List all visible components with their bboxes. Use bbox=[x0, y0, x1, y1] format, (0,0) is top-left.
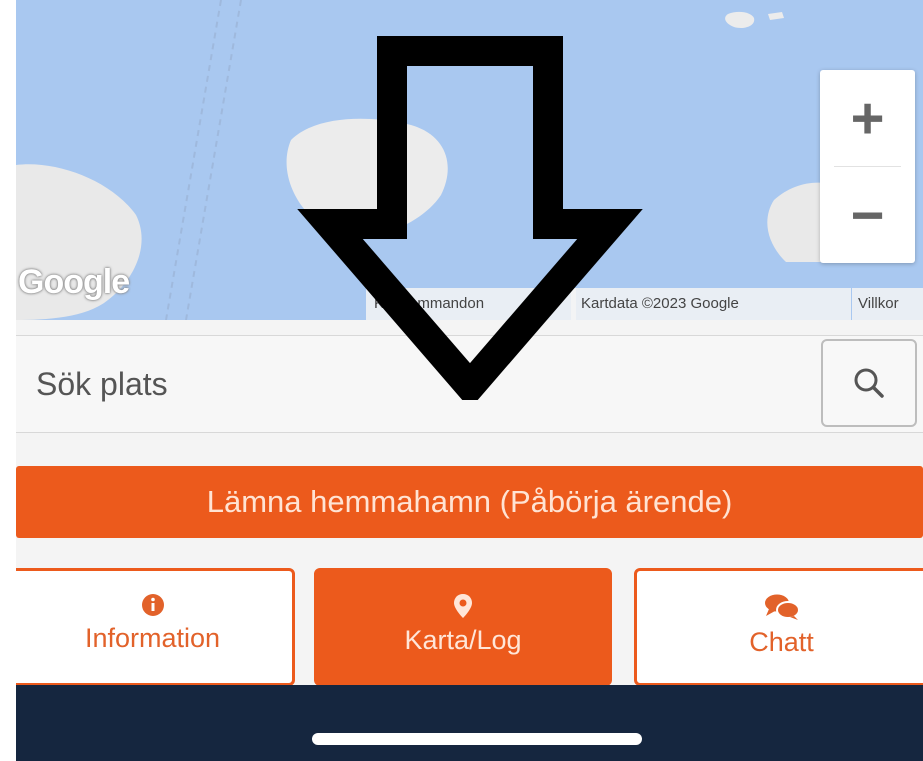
tab-label: Chatt bbox=[749, 627, 814, 657]
map-land bbox=[768, 12, 784, 20]
map-land bbox=[725, 11, 755, 28]
keyboard-shortcuts-link[interactable]: Kortkommandon bbox=[366, 288, 576, 320]
chat-bubbles-icon bbox=[764, 594, 800, 620]
tab-label: Karta/Log bbox=[404, 625, 522, 655]
map-view[interactable]: + − Google Kortkommandon Kartdata ©2023 … bbox=[16, 0, 923, 320]
search-bar bbox=[16, 335, 923, 433]
zoom-in-button[interactable]: + bbox=[820, 70, 915, 166]
map-terrain bbox=[16, 0, 846, 320]
app-screen: + − Google Kortkommandon Kartdata ©2023 … bbox=[16, 0, 923, 761]
google-logo: Google bbox=[18, 263, 130, 301]
map-land bbox=[286, 118, 448, 237]
bottom-bar bbox=[16, 685, 923, 761]
map-data-attribution: Kartdata ©2023 Google bbox=[571, 288, 851, 320]
tab-map-log[interactable]: Karta/Log bbox=[314, 568, 612, 686]
map-pin-icon bbox=[454, 594, 472, 618]
home-indicator[interactable] bbox=[312, 733, 642, 745]
search-icon bbox=[854, 368, 884, 398]
search-button[interactable] bbox=[821, 339, 917, 427]
terms-link[interactable]: Villkor bbox=[852, 288, 923, 320]
leave-home-harbor-button[interactable]: Lämna hemmahamn (Påbörja ärende) bbox=[16, 466, 923, 538]
tab-label: Information bbox=[84, 623, 221, 653]
zoom-out-button[interactable]: − bbox=[820, 167, 915, 263]
zoom-controls: + − bbox=[820, 70, 915, 263]
tab-information[interactable]: Information bbox=[16, 568, 295, 686]
search-input[interactable] bbox=[16, 336, 816, 432]
info-icon bbox=[141, 594, 164, 616]
tab-chat[interactable]: Chatt bbox=[634, 568, 923, 686]
